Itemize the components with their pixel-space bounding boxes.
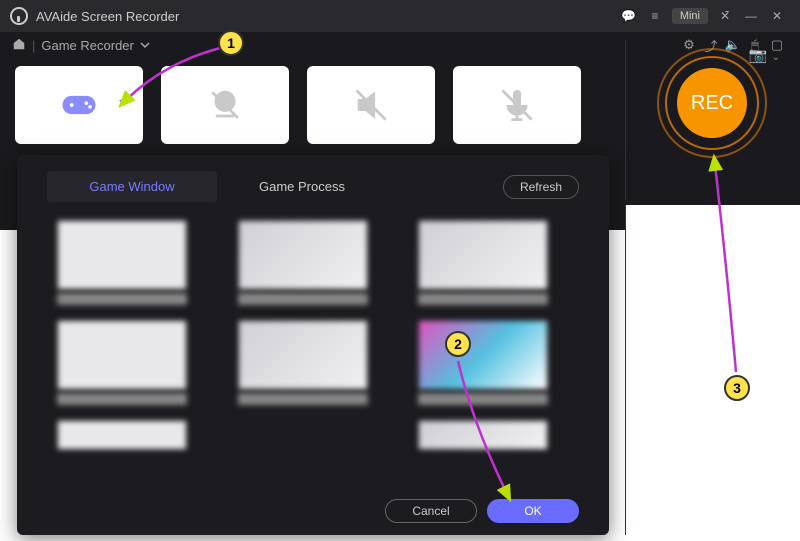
system-audio-card[interactable]: [307, 66, 435, 144]
picker-tabs: Game Window Game Process Refresh: [17, 165, 609, 216]
mini-mode-button[interactable]: Mini: [672, 8, 708, 24]
callout-3: 3: [724, 375, 750, 401]
refresh-button[interactable]: Refresh: [503, 175, 579, 199]
window-thumb[interactable]: [238, 220, 389, 306]
app-logo-icon: [10, 7, 28, 25]
home-icon[interactable]: [12, 37, 26, 54]
chat-icon[interactable]: 💬: [616, 6, 642, 26]
callout-1: 1: [218, 30, 244, 56]
tab-game-process[interactable]: Game Process: [217, 171, 387, 202]
close-icon[interactable]: ✕: [764, 6, 790, 26]
menu-icon[interactable]: ≡: [642, 6, 668, 26]
microphone-card[interactable]: [453, 66, 581, 144]
tab-game-window[interactable]: Game Window: [47, 171, 217, 202]
minimize-icon[interactable]: —: [738, 6, 764, 26]
window-thumb[interactable]: [57, 420, 208, 506]
record-area: REC: [642, 48, 782, 158]
window-thumb[interactable]: [57, 220, 208, 306]
window-thumb[interactable]: [418, 220, 569, 306]
pin-icon[interactable]: ✕̄: [712, 6, 738, 26]
window-thumb[interactable]: [238, 320, 389, 406]
record-button[interactable]: REC: [677, 68, 747, 138]
window-thumb[interactable]: [57, 320, 208, 406]
app-title: AVAide Screen Recorder: [36, 9, 179, 24]
callout-2: 2: [445, 331, 471, 357]
divider: [625, 40, 626, 200]
titlebar: AVAide Screen Recorder 💬 ≡ Mini ✕̄ — ✕: [0, 0, 800, 32]
